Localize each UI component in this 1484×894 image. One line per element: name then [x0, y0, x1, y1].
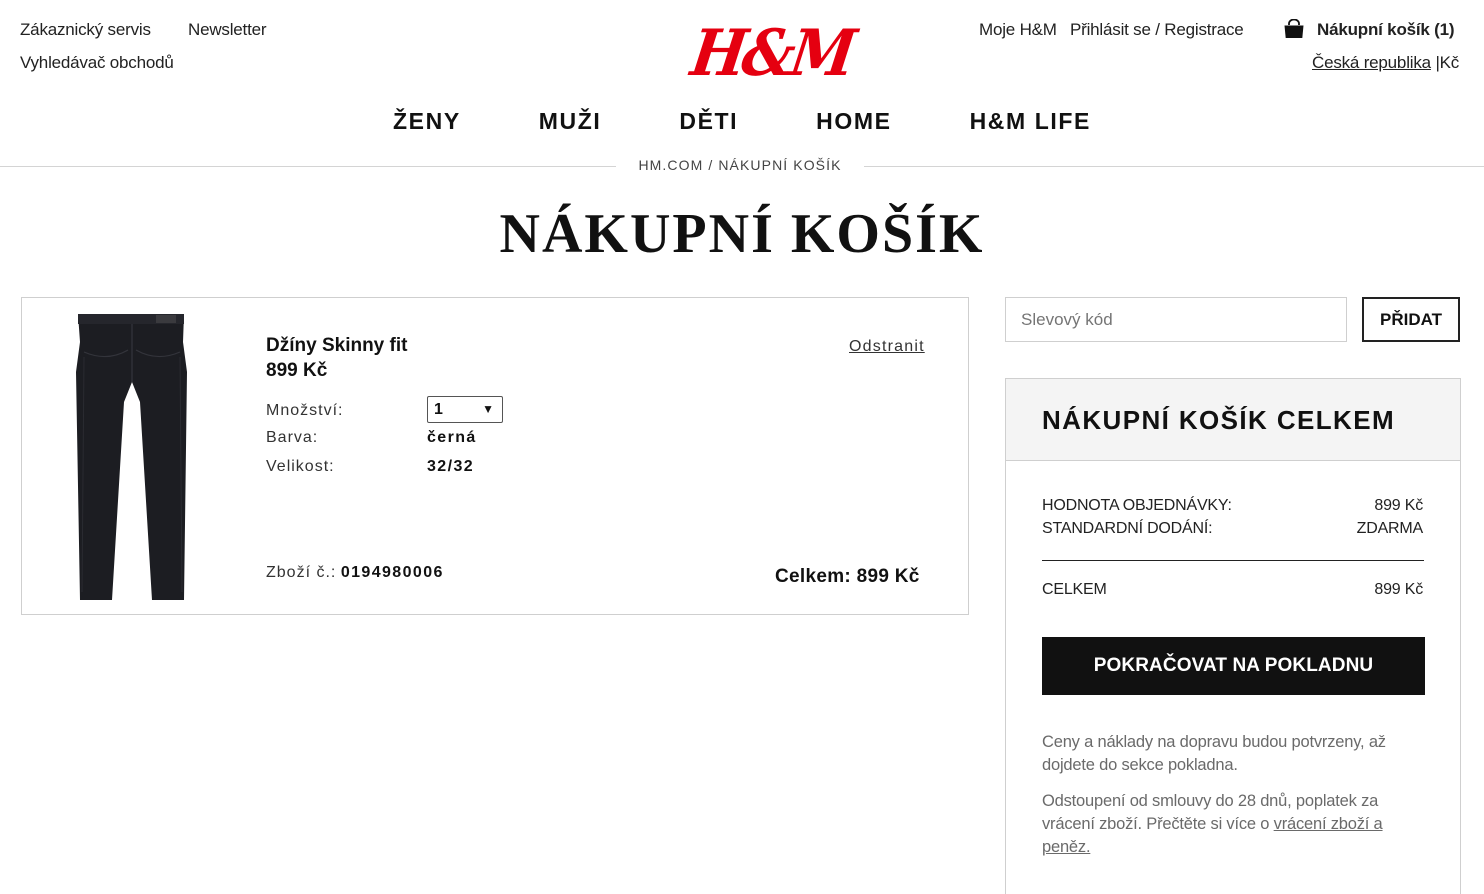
checkout-button[interactable]: POKRAČOVAT NA POKLADNU: [1042, 637, 1425, 695]
article-label: Zboží č.:: [266, 564, 337, 581]
product-price: 899 Kč: [266, 360, 328, 381]
order-value-label: HODNOTA OBJEDNÁVKY:: [1042, 497, 1232, 514]
color-label: Barva:: [266, 429, 319, 446]
login-register-link[interactable]: Přihlásit se / Registrace: [1070, 20, 1244, 40]
breadcrumb[interactable]: HM.COM / NÁKUPNÍ KOŠÍK: [616, 152, 864, 178]
size-label: Velikost:: [266, 458, 335, 475]
size-value: 32/32: [427, 458, 475, 475]
logo-text: H&M: [686, 15, 857, 91]
shopping-bag-icon[interactable]: [1283, 19, 1305, 39]
summary-header: NÁKUPNÍ KOŠÍK CELKEM: [1006, 379, 1460, 461]
total-value: 899 Kč: [1374, 581, 1423, 598]
color-value: černá: [427, 429, 477, 446]
article-number: 0194980006: [340, 564, 444, 581]
discount-code-input[interactable]: [1005, 297, 1347, 342]
quantity-label: Množství:: [266, 402, 344, 419]
nav-item-home[interactable]: HOME: [816, 108, 891, 138]
shipping-label: STANDARDNÍ DODÁNÍ:: [1042, 520, 1213, 537]
summary-title: NÁKUPNÍ KOŠÍK CELKEM: [1042, 405, 1396, 435]
cart-item-card: Džíny Skinny fit 899 Kč Odstranit Množst…: [21, 297, 969, 615]
nav-item-men[interactable]: MUŽI: [539, 108, 602, 138]
country-link[interactable]: Česká republika: [1312, 53, 1431, 72]
main-nav: ŽENY MUŽI DĚTI HOME H&M LIFE: [0, 108, 1484, 138]
nav-item-women[interactable]: ŽENY: [393, 108, 461, 138]
total-label: CELKEM: [1042, 581, 1107, 598]
locale-selector: Česká republika |Kč: [1312, 53, 1459, 73]
nav-item-hm-life[interactable]: H&M LIFE: [970, 108, 1091, 138]
page-title: NÁKUPNÍ KOŠÍK: [499, 203, 985, 265]
summary-divider: [1042, 560, 1424, 561]
customer-service-link[interactable]: Zákaznický servis: [20, 20, 151, 40]
store-locator-link[interactable]: Vyhledávač obchodů: [20, 53, 174, 73]
apply-discount-button[interactable]: PŘIDAT: [1362, 297, 1460, 342]
product-name[interactable]: Džíny Skinny fit: [266, 335, 407, 357]
nav-item-kids[interactable]: DĚTI: [679, 108, 738, 138]
hm-logo[interactable]: H&M: [687, 16, 857, 91]
returns-note: Odstoupení od smlouvy do 28 dnů, poplate…: [1042, 790, 1412, 859]
currency-label: Kč: [1439, 53, 1460, 72]
quantity-value: 1: [434, 401, 443, 418]
item-total: Celkem: 899 Kč: [775, 566, 920, 587]
product-image[interactable]: [72, 312, 192, 602]
quantity-select[interactable]: 1 ▼: [427, 396, 503, 423]
dropdown-arrow-icon: ▼: [482, 402, 494, 416]
newsletter-link[interactable]: Newsletter: [188, 20, 267, 40]
remove-item-link[interactable]: Odstranit: [849, 338, 925, 356]
order-summary: NÁKUPNÍ KOŠÍK CELKEM HODNOTA OBJEDNÁVKY:…: [1005, 378, 1461, 894]
order-value: 899 Kč: [1374, 497, 1423, 514]
article-number-row: Zboží č.: 0194980006: [266, 564, 444, 582]
cart-link[interactable]: Nákupní košík (1): [1317, 20, 1455, 40]
my-hm-link[interactable]: Moje H&M: [979, 20, 1057, 40]
shipping-value: ZDARMA: [1356, 520, 1424, 537]
price-confirmation-note: Ceny a náklady na dopravu budou potvrzen…: [1042, 733, 1386, 774]
